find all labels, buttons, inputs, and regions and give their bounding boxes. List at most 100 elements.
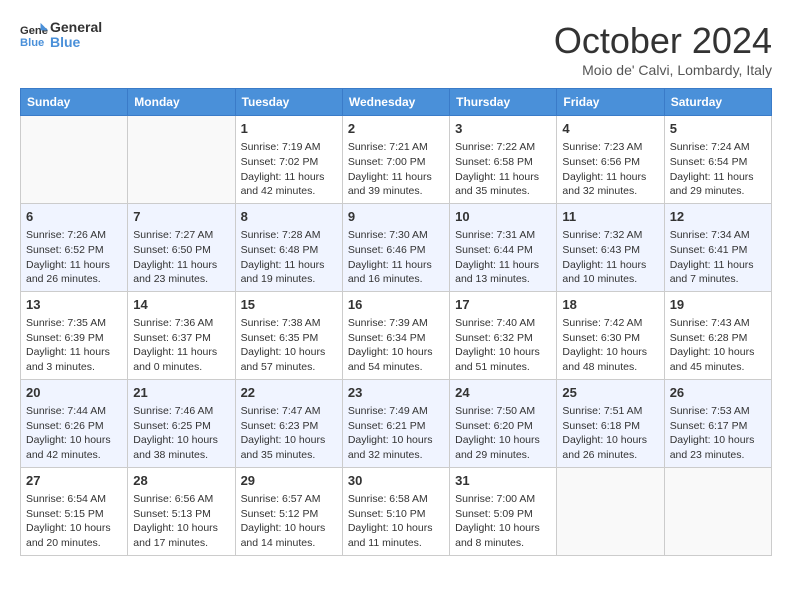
daylight-text: Daylight: 11 hours and 26 minutes.	[26, 258, 122, 287]
calendar-cell: 29Sunrise: 6:57 AMSunset: 5:12 PMDayligh…	[235, 467, 342, 555]
calendar-cell: 22Sunrise: 7:47 AMSunset: 6:23 PMDayligh…	[235, 379, 342, 467]
day-number: 28	[133, 472, 229, 490]
sunrise-text: Sunrise: 7:22 AM	[455, 140, 551, 155]
logo: General Blue General Blue	[20, 20, 102, 51]
daylight-text: Daylight: 11 hours and 29 minutes.	[670, 170, 766, 199]
sunrise-text: Sunrise: 7:49 AM	[348, 404, 444, 419]
sunrise-text: Sunrise: 7:26 AM	[26, 228, 122, 243]
day-header-sunday: Sunday	[21, 89, 128, 116]
day-number: 3	[455, 120, 551, 138]
sunrise-text: Sunrise: 7:34 AM	[670, 228, 766, 243]
sunrise-text: Sunrise: 7:32 AM	[562, 228, 658, 243]
daylight-text: Daylight: 11 hours and 39 minutes.	[348, 170, 444, 199]
day-number: 27	[26, 472, 122, 490]
logo-icon: General Blue	[20, 21, 48, 49]
sunrise-text: Sunrise: 7:43 AM	[670, 316, 766, 331]
sunrise-text: Sunrise: 7:42 AM	[562, 316, 658, 331]
sunrise-text: Sunrise: 6:56 AM	[133, 492, 229, 507]
sunset-text: Sunset: 6:58 PM	[455, 155, 551, 170]
calendar-cell: 25Sunrise: 7:51 AMSunset: 6:18 PMDayligh…	[557, 379, 664, 467]
daylight-text: Daylight: 10 hours and 11 minutes.	[348, 521, 444, 550]
calendar-cell: 3Sunrise: 7:22 AMSunset: 6:58 PMDaylight…	[450, 116, 557, 204]
daylight-text: Daylight: 10 hours and 26 minutes.	[562, 433, 658, 462]
day-number: 7	[133, 208, 229, 226]
calendar-cell: 17Sunrise: 7:40 AMSunset: 6:32 PMDayligh…	[450, 291, 557, 379]
day-number: 22	[241, 384, 337, 402]
day-number: 6	[26, 208, 122, 226]
sunrise-text: Sunrise: 7:50 AM	[455, 404, 551, 419]
day-number: 5	[670, 120, 766, 138]
daylight-text: Daylight: 10 hours and 23 minutes.	[670, 433, 766, 462]
sunset-text: Sunset: 6:50 PM	[133, 243, 229, 258]
calendar-cell	[128, 116, 235, 204]
sunset-text: Sunset: 7:00 PM	[348, 155, 444, 170]
daylight-text: Daylight: 10 hours and 48 minutes.	[562, 345, 658, 374]
calendar-cell: 12Sunrise: 7:34 AMSunset: 6:41 PMDayligh…	[664, 203, 771, 291]
sunrise-text: Sunrise: 6:58 AM	[348, 492, 444, 507]
daylight-text: Daylight: 11 hours and 3 minutes.	[26, 345, 122, 374]
day-number: 10	[455, 208, 551, 226]
daylight-text: Daylight: 11 hours and 10 minutes.	[562, 258, 658, 287]
daylight-text: Daylight: 10 hours and 57 minutes.	[241, 345, 337, 374]
sunset-text: Sunset: 6:30 PM	[562, 331, 658, 346]
daylight-text: Daylight: 10 hours and 45 minutes.	[670, 345, 766, 374]
day-header-row: SundayMondayTuesdayWednesdayThursdayFrid…	[21, 89, 772, 116]
calendar-cell: 28 Sunrise: 6:56 AMSunset: 5:13 PMDayligh…	[128, 467, 235, 555]
sunrise-text: Sunrise: 7:00 AM	[455, 492, 551, 507]
sunrise-text: Sunrise: 7:19 AM	[241, 140, 337, 155]
daylight-text: Daylight: 11 hours and 42 minutes.	[241, 170, 337, 199]
day-number: 1	[241, 120, 337, 138]
sunset-text: Sunset: 6:39 PM	[26, 331, 122, 346]
sunset-text: Sunset: 6:43 PM	[562, 243, 658, 258]
day-header-friday: Friday	[557, 89, 664, 116]
sunrise-text: Sunrise: 7:35 AM	[26, 316, 122, 331]
sunset-text: Sunset: 6:35 PM	[241, 331, 337, 346]
daylight-text: Daylight: 10 hours and 29 minutes.	[455, 433, 551, 462]
sunset-text: Sunset: 6:56 PM	[562, 155, 658, 170]
daylight-text: Daylight: 11 hours and 16 minutes.	[348, 258, 444, 287]
sunrise-text: Sunrise: 7:31 AM	[455, 228, 551, 243]
sunset-text: Sunset: 6:26 PM	[26, 419, 122, 434]
day-number: 4	[562, 120, 658, 138]
daylight-text: Daylight: 10 hours and 17 minutes.	[133, 521, 229, 550]
day-number: 26	[670, 384, 766, 402]
daylight-text: Daylight: 11 hours and 32 minutes.	[562, 170, 658, 199]
title-section: October 2024 Moio de' Calvi, Lombardy, I…	[554, 20, 772, 78]
daylight-text: Daylight: 10 hours and 38 minutes.	[133, 433, 229, 462]
day-header-saturday: Saturday	[664, 89, 771, 116]
calendar-cell: 27Sunrise: 6:54 AMSunset: 5:15 PMDayligh…	[21, 467, 128, 555]
day-number: 2	[348, 120, 444, 138]
calendar-cell	[21, 116, 128, 204]
sunset-text: Sunset: 6:21 PM	[348, 419, 444, 434]
sunset-text: Sunset: 6:46 PM	[348, 243, 444, 258]
day-number: 29	[241, 472, 337, 490]
day-number: 20	[26, 384, 122, 402]
daylight-text: Daylight: 10 hours and 51 minutes.	[455, 345, 551, 374]
daylight-text: Daylight: 10 hours and 35 minutes.	[241, 433, 337, 462]
calendar-cell: 4Sunrise: 7:23 AMSunset: 6:56 PMDaylight…	[557, 116, 664, 204]
calendar-cell: 9Sunrise: 7:30 AMSunset: 6:46 PMDaylight…	[342, 203, 449, 291]
calendar-cell: 11Sunrise: 7:32 AMSunset: 6:43 PMDayligh…	[557, 203, 664, 291]
sunrise-text: Sunrise: 7:21 AM	[348, 140, 444, 155]
sunrise-text: Sunrise: 7:47 AM	[241, 404, 337, 419]
sunset-text: Sunset: 6:37 PM	[133, 331, 229, 346]
day-number: 24	[455, 384, 551, 402]
day-header-thursday: Thursday	[450, 89, 557, 116]
sunset-text: Sunset: 6:48 PM	[241, 243, 337, 258]
day-number: 30	[348, 472, 444, 490]
sunset-text: Sunset: 6:54 PM	[670, 155, 766, 170]
sunset-text: Sunset: 6:32 PM	[455, 331, 551, 346]
calendar-table: SundayMondayTuesdayWednesdayThursdayFrid…	[20, 88, 772, 556]
calendar-cell: 23Sunrise: 7:49 AMSunset: 6:21 PMDayligh…	[342, 379, 449, 467]
sunset-text: Sunset: 5:13 PM	[133, 507, 229, 522]
page-header: General Blue General Blue October 2024 M…	[20, 20, 772, 78]
sunrise-text: Sunrise: 7:36 AM	[133, 316, 229, 331]
sunset-text: Sunset: 5:12 PM	[241, 507, 337, 522]
day-number: 23	[348, 384, 444, 402]
day-number: 12	[670, 208, 766, 226]
month-title: October 2024	[554, 20, 772, 62]
calendar-cell: 19Sunrise: 7:43 AMSunset: 6:28 PMDayligh…	[664, 291, 771, 379]
calendar-cell: 14Sunrise: 7:36 AMSunset: 6:37 PMDayligh…	[128, 291, 235, 379]
calendar-cell: 31Sunrise: 7:00 AMSunset: 5:09 PMDayligh…	[450, 467, 557, 555]
calendar-cell: 24Sunrise: 7:50 AMSunset: 6:20 PMDayligh…	[450, 379, 557, 467]
